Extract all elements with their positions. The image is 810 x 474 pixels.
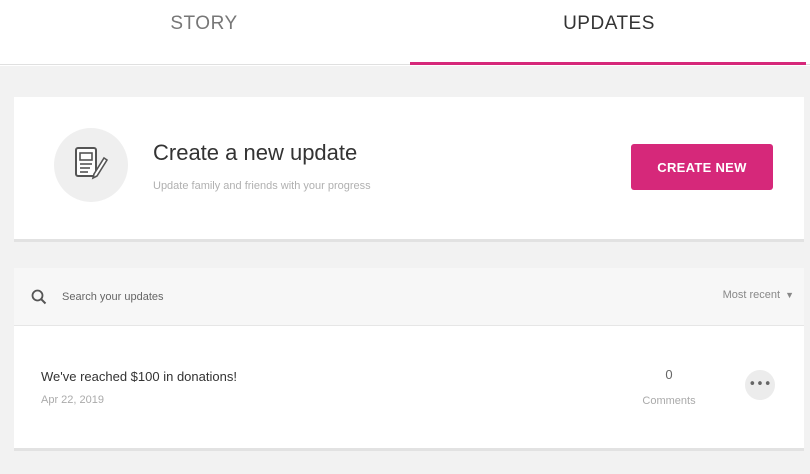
sort-dropdown[interactable]: Most recent ▼: [723, 289, 794, 301]
more-horizontal-icon: •••: [748, 377, 772, 392]
active-tab-indicator: [410, 62, 806, 65]
comment-count: 0: [665, 367, 673, 382]
update-date: Apr 22, 2019: [41, 394, 104, 406]
search-bar: Most recent ▼: [14, 268, 804, 326]
list-item[interactable]: We've reached $100 in donations! Apr 22,…: [14, 326, 804, 448]
document-edit-icon: [54, 128, 128, 202]
search-input[interactable]: [60, 285, 364, 309]
tab-updates[interactable]: UPDATES: [408, 0, 810, 66]
create-update-subtitle: Update family and friends with your prog…: [153, 180, 371, 192]
updates-list-card: Most recent ▼ We've reached $100 in donat…: [14, 268, 804, 451]
create-update-title: Create a new update: [153, 140, 358, 165]
create-update-card: Create a new update Update family and fr…: [14, 97, 804, 242]
tab-story[interactable]: STORY: [0, 0, 408, 66]
caret-down-icon: ▼: [785, 290, 794, 300]
tab-bar: STORY UPDATES: [0, 0, 810, 66]
comment-label: Comments: [642, 395, 696, 407]
sort-label: Most recent: [722, 289, 781, 301]
update-title[interactable]: We've reached $100 in donations!: [41, 369, 237, 384]
search-icon: [31, 289, 47, 310]
more-options-button[interactable]: •••: [745, 370, 775, 400]
create-new-button[interactable]: CREATE NEW: [631, 144, 773, 190]
